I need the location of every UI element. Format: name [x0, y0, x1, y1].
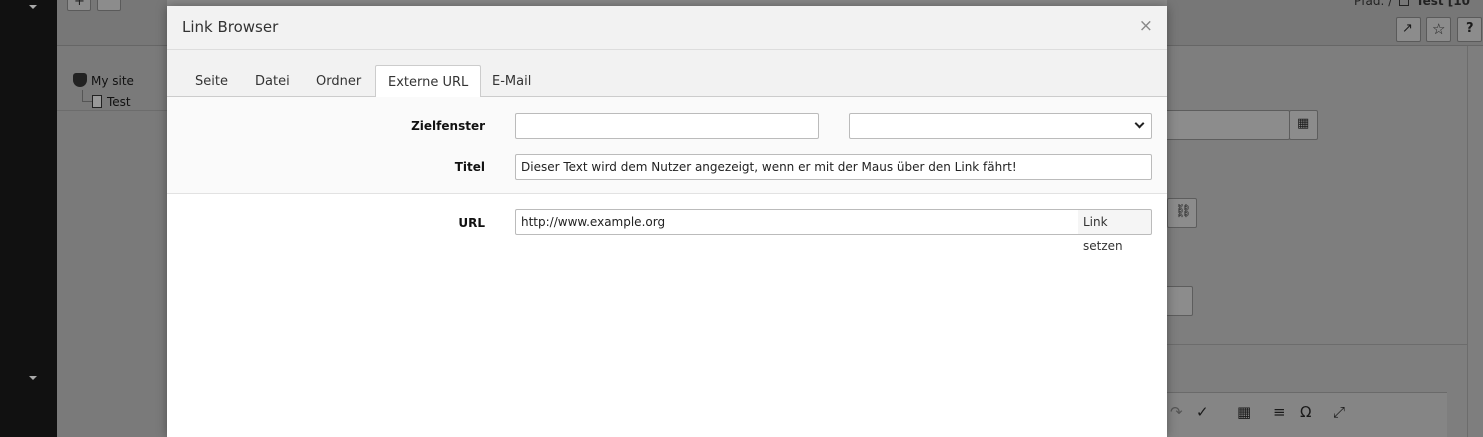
tree-line	[82, 101, 92, 102]
bookmark-button[interactable]: ☆	[1426, 17, 1451, 42]
typo3-logo-icon	[73, 73, 87, 87]
tab-ordner[interactable]: Ordner	[304, 65, 373, 97]
set-link-button[interactable]: Link setzen	[1078, 209, 1152, 253]
special-char-icon[interactable]: Ω	[1300, 403, 1311, 421]
new-page-button[interactable]: +	[67, 0, 91, 11]
breadcrumb-page[interactable]: Test [10	[1416, 0, 1470, 8]
url-input[interactable]: http://www.example.org	[515, 209, 1079, 235]
target-select[interactable]	[849, 113, 1152, 139]
tab-seite[interactable]: Seite	[183, 65, 240, 97]
help-button[interactable]: ?	[1457, 17, 1482, 42]
chain-link-icon: ⛓	[1175, 204, 1192, 219]
calendar-icon: ▦	[1297, 116, 1310, 131]
title-label: Titel	[454, 160, 485, 174]
url-label: URL	[458, 216, 485, 230]
tree-item-label: Test	[107, 95, 131, 109]
rte-toolbar: ↷ ✓ ▦ ≡ Ω ⤢	[1167, 392, 1447, 437]
date-field[interactable]	[1160, 110, 1290, 140]
breadcrumb-path: Pfad: /	[1354, 0, 1393, 8]
chevron-down-icon[interactable]	[29, 5, 37, 9]
divider	[1167, 344, 1467, 345]
modal-header: Link Browser ×	[167, 6, 1167, 50]
tree-item-root[interactable]: My site	[73, 73, 134, 88]
link-attributes-section: Zielfenster Titel Dieser Text wird dem N…	[167, 97, 1167, 194]
horizontal-line-icon[interactable]: ≡	[1273, 403, 1286, 421]
content-area	[1167, 0, 1483, 437]
link-browser-modal: Link Browser × Seite Datei Ordner Extern…	[167, 6, 1167, 437]
breadcrumb: Pfad: / Test [10	[1354, 0, 1470, 8]
url-section: URL http://www.example.org Link setzen	[167, 194, 1167, 434]
close-icon[interactable]: ×	[1139, 18, 1153, 35]
plus-icon: +	[74, 0, 85, 9]
table-icon[interactable]: ▦	[1237, 403, 1251, 421]
filter-button[interactable]	[97, 0, 121, 11]
target-input[interactable]	[515, 113, 819, 139]
scrollbar-track[interactable]	[1467, 46, 1468, 437]
page-tree	[57, 0, 167, 437]
title-input[interactable]: Dieser Text wird dem Nutzer angezeigt, w…	[515, 154, 1152, 180]
target-label: Zielfenster	[411, 119, 485, 133]
page-tree-toolbar: +	[57, 0, 167, 46]
tab-datei[interactable]: Datei	[243, 65, 302, 97]
redo-icon[interactable]: ↷	[1170, 403, 1183, 421]
modal-title: Link Browser	[182, 18, 279, 36]
tree-item-test[interactable]: Test	[92, 95, 131, 109]
help-icon: ?	[1466, 21, 1474, 36]
tab-email[interactable]: E-Mail	[480, 65, 543, 97]
maximize-icon[interactable]: ⤢	[1333, 403, 1345, 421]
tab-externe-url[interactable]: Externe URL	[375, 65, 482, 98]
chevron-down-icon	[1134, 118, 1145, 129]
docheader: Pfad: / Test [10 ↗ ☆ ?	[1167, 0, 1483, 46]
spellcheck-icon[interactable]: ✓	[1196, 403, 1209, 421]
tab-bar: Seite Datei Ordner Externe URL E-Mail	[167, 50, 1167, 98]
divider	[57, 110, 167, 111]
star-icon: ☆	[1432, 20, 1446, 38]
page-icon	[1399, 0, 1410, 6]
link-button[interactable]: ⛓	[1167, 198, 1197, 228]
view-page-button[interactable]: ↗	[1396, 17, 1421, 42]
page-icon	[92, 95, 102, 108]
external-link-icon: ↗	[1402, 21, 1413, 36]
calendar-button[interactable]: ▦	[1289, 110, 1318, 140]
tree-item-label: My site	[91, 74, 134, 88]
chevron-down-icon[interactable]	[29, 376, 37, 380]
module-menu	[0, 0, 57, 437]
